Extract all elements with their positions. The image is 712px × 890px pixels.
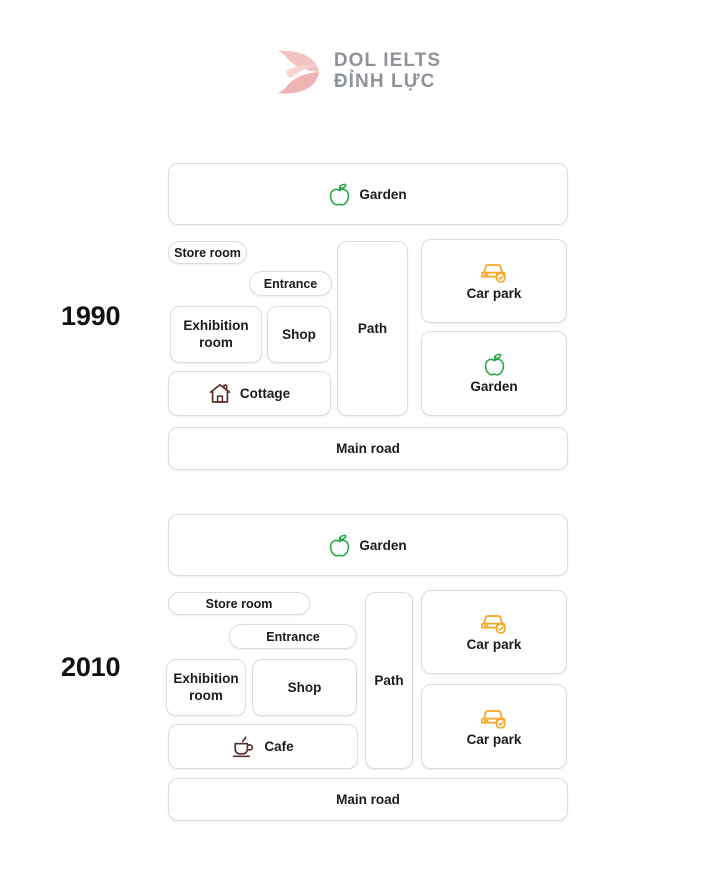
box-label: Exhibition room [173, 671, 239, 703]
box-cafe-2010[interactable]: Cafe [168, 724, 358, 769]
box-entrance-2010[interactable]: Entrance [229, 624, 357, 649]
box-shop-2010[interactable]: Shop [252, 659, 357, 716]
box-store-room-2010[interactable]: Store room [168, 592, 310, 615]
box-label: Car park [466, 731, 522, 747]
box-label: Main road [336, 792, 400, 807]
box-label: Garden [359, 537, 407, 553]
coffee-icon [233, 735, 254, 757]
apple-icon [330, 534, 350, 557]
box-path-2010[interactable]: Path [365, 592, 413, 769]
car-icon [481, 709, 506, 729]
box-label: Path [374, 673, 404, 688]
car-icon [481, 615, 506, 634]
box-label: Cafe [264, 739, 294, 754]
box-main-road-2010[interactable]: Main road [168, 778, 568, 821]
box-label: Entrance [266, 629, 320, 644]
diagram-2010: Garden Store room Entrance Exhibition ro… [0, 0, 712, 890]
box-exhibition-room-2010[interactable]: Exhibition room [166, 659, 246, 716]
box-car-park-bottom-2010[interactable]: Car park [421, 684, 567, 769]
box-label: Car park [466, 637, 522, 652]
box-label: Shop [287, 680, 322, 695]
box-car-park-top-2010[interactable]: Car park [421, 590, 567, 674]
box-label: Store room [205, 596, 273, 611]
box-garden-top-2010[interactable]: Garden [168, 514, 568, 576]
page-root: DOL IELTS ĐỈNH LỰC 1990 2010 Garden Stor… [0, 0, 712, 890]
